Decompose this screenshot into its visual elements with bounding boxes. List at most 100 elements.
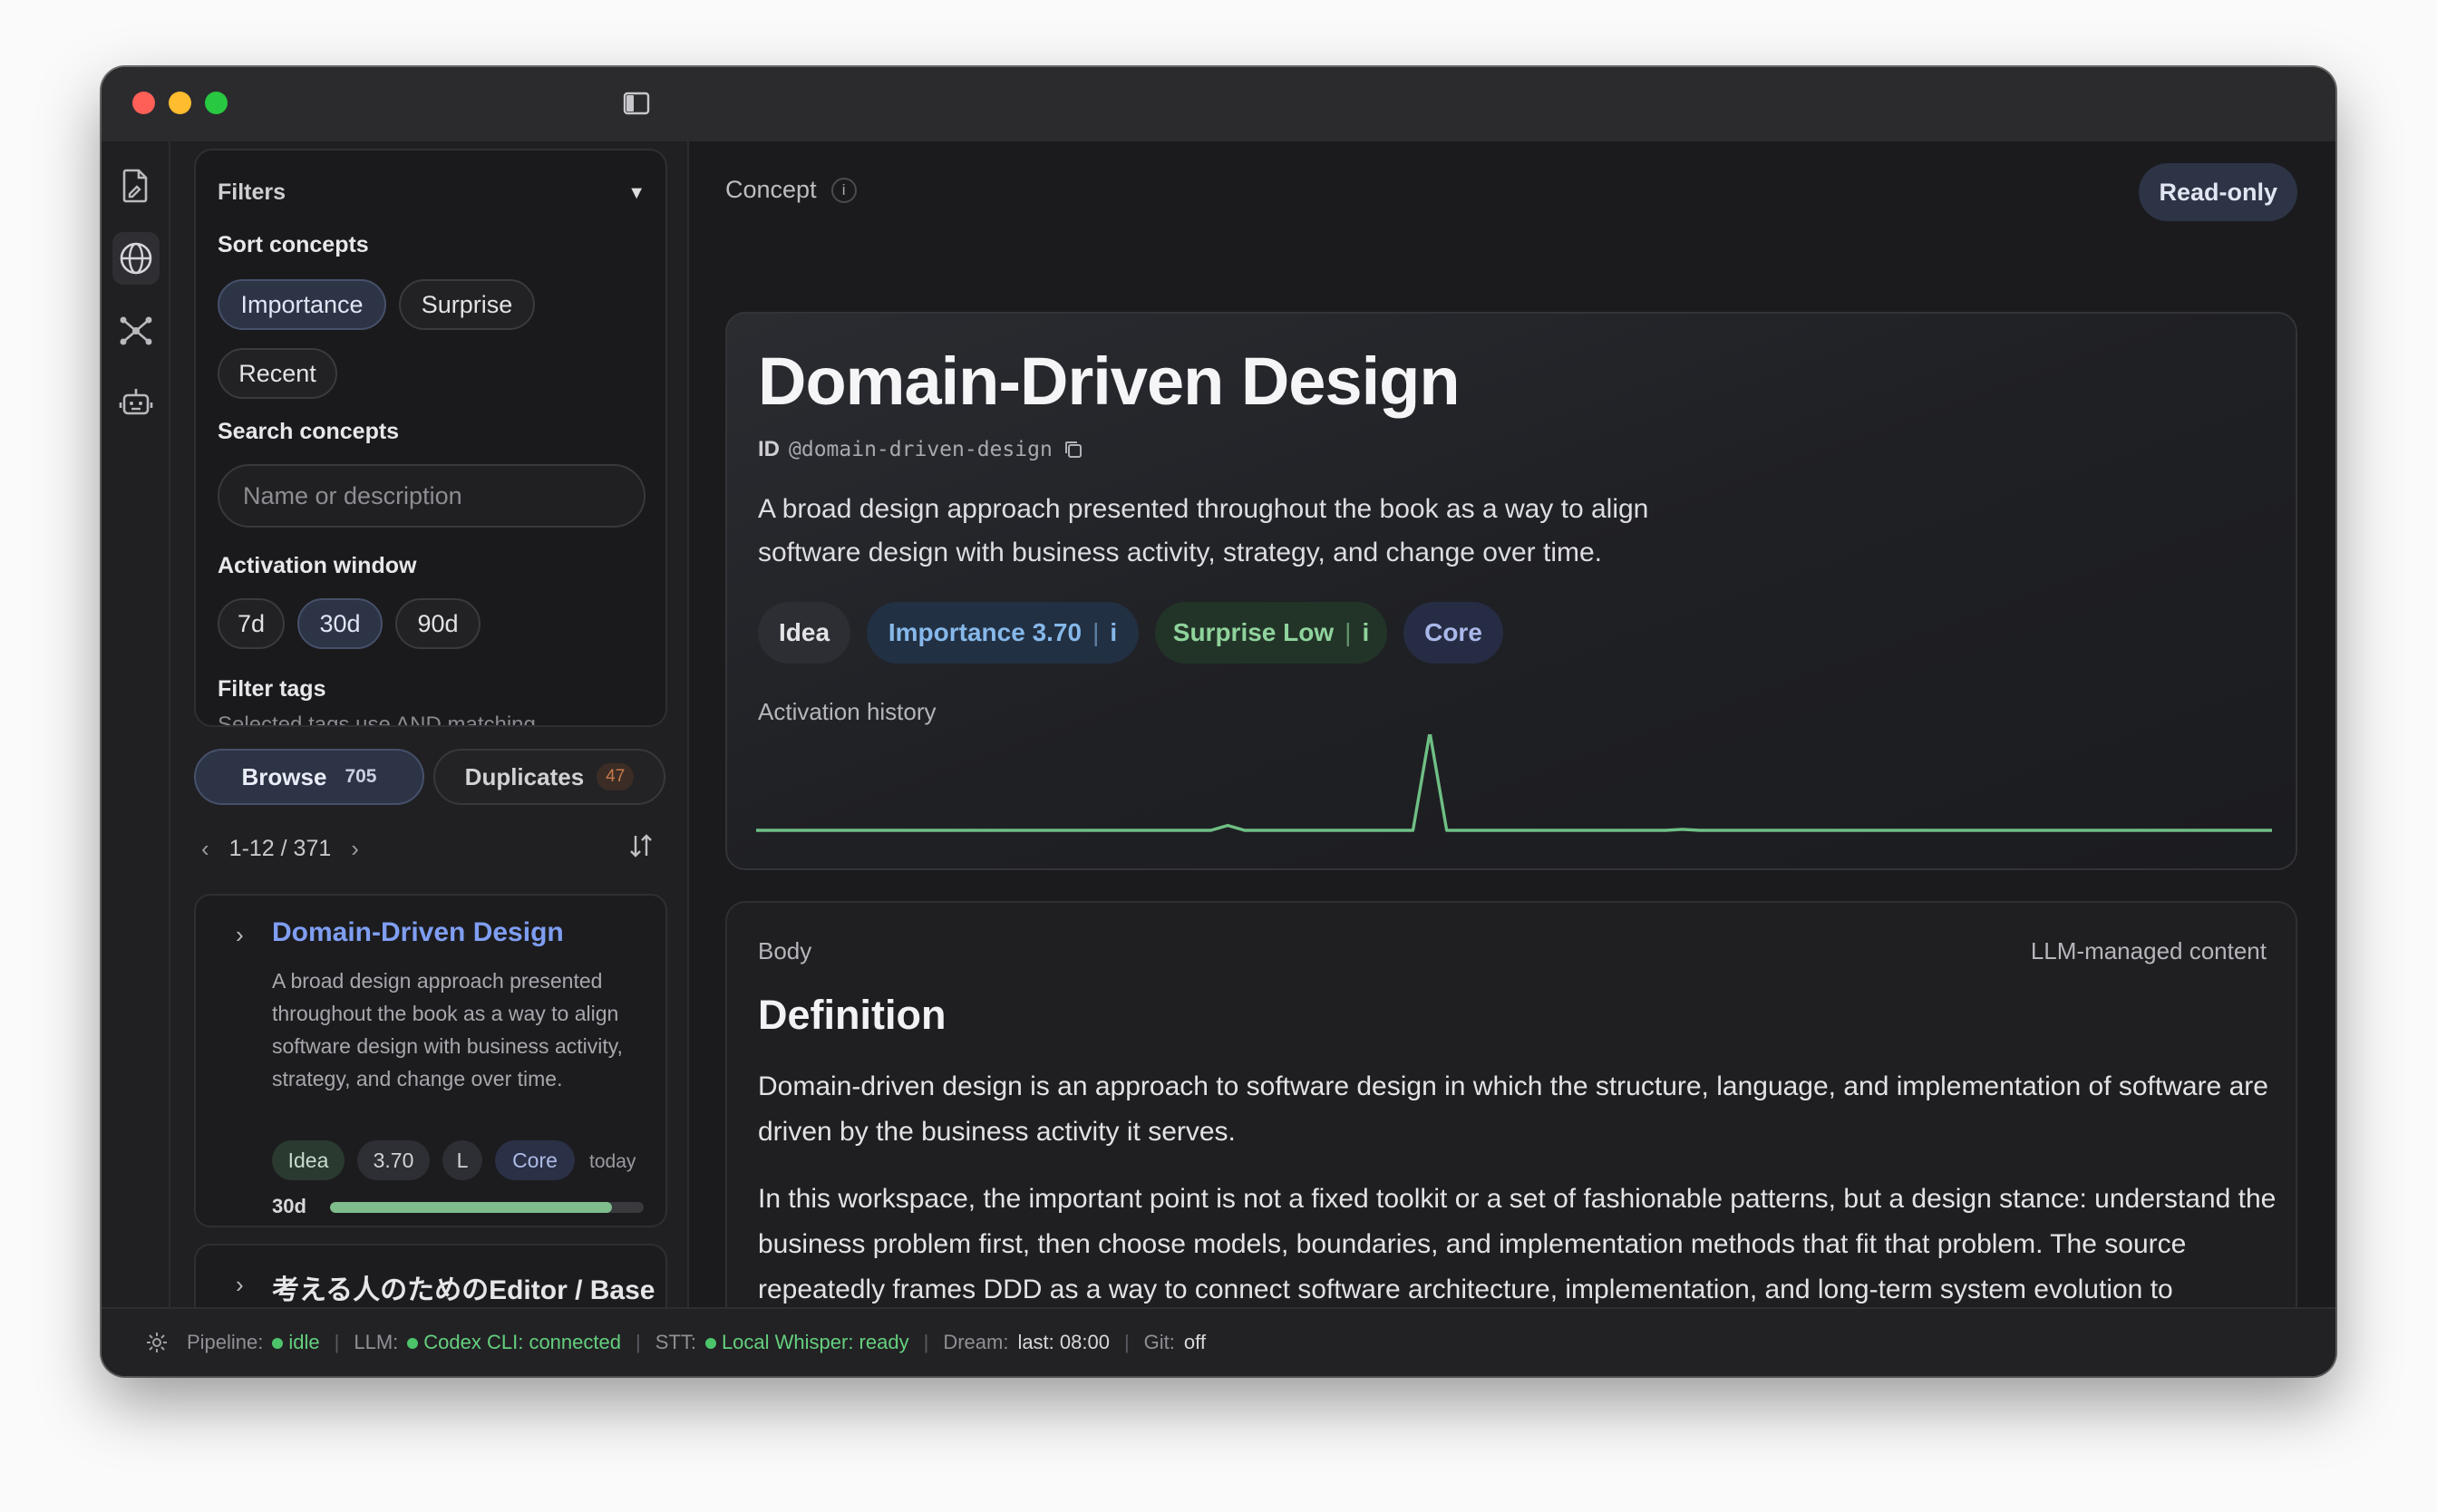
copy-icon[interactable]	[1062, 438, 1085, 461]
sort-order-icon[interactable]	[627, 832, 655, 859]
badge-separator: |	[1092, 618, 1100, 646]
importance-badge-label: Importance 3.70	[888, 618, 1083, 646]
expand-chevron-icon[interactable]: ›	[236, 921, 244, 949]
pipeline-label: Pipeline:	[187, 1331, 264, 1353]
info-icon[interactable]: i	[830, 177, 857, 203]
activity-bar-fill	[330, 1202, 613, 1213]
rail-concepts-button[interactable]	[112, 232, 160, 285]
divider: |	[923, 1331, 929, 1353]
llm-managed-label: LLM-managed content	[2030, 937, 2267, 964]
activation-sparkline	[756, 734, 2272, 832]
browse-count-badge: 705	[345, 766, 377, 787]
type-badge: Idea	[758, 602, 850, 664]
rail-agent-button[interactable]	[112, 375, 160, 428]
collapse-caret-icon[interactable]: ▼	[627, 183, 646, 204]
window-90d-option[interactable]: 90d	[395, 598, 481, 649]
duplicates-tab[interactable]: Duplicates 47	[433, 749, 665, 805]
divider: |	[334, 1331, 340, 1353]
divider: |	[1123, 1331, 1130, 1353]
concept-summary: A broad design approach presented throug…	[758, 494, 1649, 567]
next-page-icon[interactable]: ›	[351, 835, 359, 863]
rail-graph-button[interactable]	[112, 305, 160, 357]
document-edit-icon	[122, 169, 148, 203]
window-30d-option[interactable]: 30d	[297, 598, 383, 649]
concept-id: @domain-driven-design	[789, 438, 1053, 461]
sort-surprise-option[interactable]: Surprise	[399, 279, 535, 330]
title-bar	[102, 67, 2335, 141]
concept-detail: Concept i Read-only Domain-Driven Design…	[689, 141, 2335, 1307]
section-heading: Definition	[758, 992, 947, 1038]
type-chip: Idea	[272, 1140, 345, 1180]
sort-recent-option[interactable]: Recent	[218, 348, 337, 399]
activation-series-line	[756, 734, 2272, 832]
sort-importance-option[interactable]: Importance	[218, 279, 386, 330]
close-window-button[interactable]	[132, 92, 155, 114]
prev-page-icon[interactable]: ‹	[201, 835, 209, 863]
body-label: Body	[758, 937, 812, 964]
page-range: 1-12 / 371	[228, 835, 332, 861]
list-item-title[interactable]: Domain-Driven Design	[272, 917, 564, 948]
surprise-badge: Surprise Low | i	[1155, 602, 1387, 664]
concept-browser-panel: Filters ▼ Sort concepts Importance Surpr…	[170, 141, 689, 1307]
browse-tab[interactable]: Browse 705	[194, 749, 424, 805]
read-only-badge[interactable]: Read-only	[2139, 163, 2297, 221]
body-paragraph: Domain-driven design is an approach to s…	[758, 1071, 2268, 1147]
importance-chip: 3.70	[357, 1140, 430, 1180]
duplicates-tab-label: Duplicates	[464, 762, 585, 790]
llm-label: LLM:	[354, 1331, 399, 1353]
activation-history-label: Activation history	[758, 698, 937, 725]
activity-window-label: 30d	[272, 1195, 306, 1217]
activation-window-label: Activation window	[218, 553, 417, 578]
status-bar: Pipeline: idle | LLM: Codex CLI: connect…	[102, 1307, 2335, 1376]
surprise-badge-label: Surprise Low	[1172, 618, 1335, 646]
id-label: ID	[758, 437, 780, 461]
settings-gear-icon[interactable]	[145, 1331, 169, 1354]
expand-chevron-icon[interactable]: ›	[236, 1271, 244, 1299]
graph-nodes-icon	[120, 316, 152, 345]
status-dot-icon	[272, 1338, 284, 1349]
duplicates-count-badge: 47	[597, 763, 635, 790]
stt-status: Local Whisper: ready	[704, 1331, 909, 1354]
badge-separator: |	[1345, 618, 1352, 646]
divider: |	[635, 1331, 641, 1353]
tier-badge: Core	[1403, 602, 1503, 664]
concept-id-line: ID @domain-driven-design	[758, 437, 1085, 462]
status-dot-icon	[704, 1338, 716, 1349]
updated-label: today	[589, 1151, 636, 1172]
breadcrumb-label: Concept	[725, 176, 817, 203]
dream-label: Dream:	[943, 1331, 1009, 1353]
rail-notes-button[interactable]	[112, 160, 160, 212]
sidebar-toggle-icon[interactable]	[622, 89, 651, 118]
breadcrumb: Concept i	[725, 176, 857, 204]
surprise-chip: L	[442, 1140, 482, 1180]
list-item-description: A broad design approach presented throug…	[272, 969, 623, 1090]
pagination: ‹ 1-12 / 371 ›	[201, 827, 359, 870]
robot-icon	[119, 389, 153, 415]
concept-search-input[interactable]: Name or description	[218, 464, 646, 528]
git-label: Git:	[1143, 1331, 1175, 1353]
importance-badge: Importance 3.70 | i	[867, 602, 1139, 664]
search-label: Search concepts	[218, 419, 400, 444]
page-title: Domain-Driven Design	[758, 344, 1461, 419]
app-window: Filters ▼ Sort concepts Importance Surpr…	[102, 67, 2335, 1376]
surprise-info-icon[interactable]: i	[1362, 618, 1369, 647]
filters-header[interactable]: Filters	[218, 179, 286, 206]
filter-tags-hint: Selected tags use AND matching	[218, 712, 536, 727]
tier-chip: Core	[495, 1140, 575, 1180]
activity-bar	[330, 1202, 644, 1213]
list-item-title[interactable]: 考える人のためのEditor / Base	[272, 1267, 655, 1307]
body-card: Body LLM-managed content Definition Doma…	[725, 901, 2297, 1307]
window-7d-option[interactable]: 7d	[218, 598, 285, 649]
zoom-window-button[interactable]	[205, 92, 228, 114]
concept-header-card: Domain-Driven Design ID @domain-driven-d…	[725, 312, 2297, 870]
minimize-window-button[interactable]	[169, 92, 191, 114]
status-dot-icon	[407, 1338, 419, 1349]
importance-info-icon[interactable]: i	[1110, 618, 1117, 647]
dream-status: last: 08:00	[1017, 1331, 1110, 1353]
pipeline-status: idle	[272, 1331, 320, 1354]
browse-tab-label: Browse	[241, 762, 327, 790]
filters-card: Filters ▼ Sort concepts Importance Surpr…	[194, 149, 667, 727]
list-item[interactable]: › Domain-Driven Design A broad design ap…	[194, 894, 667, 1227]
sort-label: Sort concepts	[218, 232, 369, 257]
list-item[interactable]: › 考える人のためのEditor / Base	[194, 1244, 667, 1307]
